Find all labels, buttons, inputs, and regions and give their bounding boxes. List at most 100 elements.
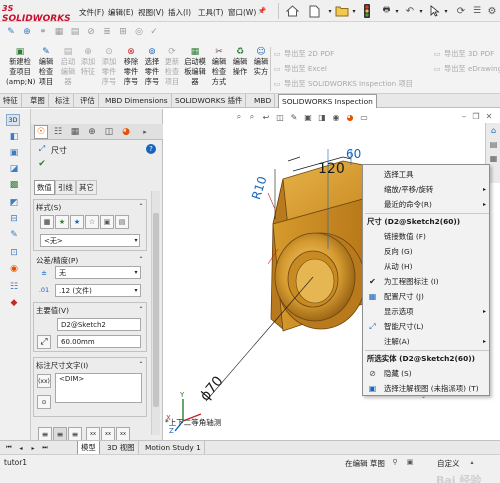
- dropdown-arrow-icon[interactable]: ▾: [417, 5, 425, 17]
- pin-icon[interactable]: 📌: [257, 6, 267, 16]
- text-xx-over-icon[interactable]: xx: [116, 427, 130, 441]
- table-tool-icon[interactable]: ▤: [68, 25, 82, 39]
- expand-panel-icon[interactable]: ▸: [138, 125, 152, 139]
- edit-inspection-method-button[interactable]: ✂ 编辑 检查 方式: [209, 47, 229, 92]
- export-2d-pdf-button[interactable]: ▭ 导出至 2D PDF: [272, 48, 392, 61]
- undo-icon[interactable]: ↶: [403, 4, 417, 18]
- status-rebuild-icon[interactable]: ⚲: [390, 457, 400, 467]
- style-favorite-icon[interactable]: ★: [55, 215, 69, 229]
- dimension-120[interactable]: 120: [318, 161, 345, 177]
- new-document-icon[interactable]: [307, 4, 321, 18]
- filter-tool-icon[interactable]: ⊘: [84, 25, 98, 39]
- edit-operation-button[interactable]: ♻ 编辑 操作: [230, 47, 250, 92]
- sketch-tool-icon[interactable]: ✎: [4, 25, 18, 39]
- menu-driven[interactable]: 从动 (H): [363, 259, 491, 274]
- display-manager-icon[interactable]: ◫: [102, 125, 116, 139]
- tab-sketch[interactable]: 草图: [27, 94, 49, 108]
- dropdown-arrow-icon[interactable]: ▾: [325, 5, 335, 17]
- collapse-icon[interactable]: ⌃: [137, 360, 145, 368]
- status-custom-units[interactable]: 自定义: [437, 458, 460, 469]
- align-center-icon[interactable]: ≡: [53, 427, 67, 441]
- appearance-icon[interactable]: ◉: [8, 263, 20, 275]
- edit-inspection-project-button[interactable]: ✎ 编辑 检查 项目: [35, 47, 57, 92]
- file-properties-icon[interactable]: ☰: [470, 4, 484, 18]
- camera-icon[interactable]: ▩: [8, 179, 20, 191]
- display-icon[interactable]: ⊡: [8, 247, 20, 259]
- menu-link-values[interactable]: 链接数值 (F): [363, 229, 491, 244]
- menu-flip-direction[interactable]: 反向 (G): [363, 244, 491, 259]
- measure-icon[interactable]: ⊟: [8, 213, 20, 225]
- align-left-icon[interactable]: ≡: [38, 427, 52, 441]
- style-save-icon[interactable]: ▣: [100, 215, 114, 229]
- collapse-icon[interactable]: ⌃: [137, 255, 145, 263]
- status-units-arrow-icon[interactable]: ▴: [468, 457, 476, 467]
- edit-vendor-button[interactable]: ☺ 编辑 实方: [251, 47, 271, 92]
- rebuild-icon[interactable]: ⟳: [454, 4, 468, 18]
- dropdown-arrow-icon[interactable]: ▾: [349, 5, 359, 17]
- menu-annotations[interactable]: 注解(A) ▸: [363, 334, 491, 349]
- menu-configure-dimension[interactable]: ▦ 配置尺寸 (J): [363, 289, 491, 304]
- menu-file[interactable]: 文件(F): [79, 7, 104, 18]
- tab-3d-view[interactable]: 3D 视图: [104, 441, 139, 455]
- launch-editor-button[interactable]: ▤ 启动 编辑 器: [58, 47, 78, 92]
- dropdown-arrow-icon[interactable]: ▾: [393, 5, 401, 17]
- scroll-next-icon[interactable]: ▸: [28, 443, 38, 453]
- add-balloon-button[interactable]: ⊙ 添加 零件 序号: [98, 47, 120, 92]
- dimension-60[interactable]: 60: [346, 147, 361, 161]
- print-icon[interactable]: 🖶: [380, 5, 393, 17]
- status-view-icon[interactable]: ▣: [405, 457, 415, 467]
- menu-expand-chevron-icon[interactable]: ⌄: [421, 393, 426, 400]
- collapse-icon[interactable]: ⌃: [137, 305, 145, 313]
- tab-motion-study[interactable]: Motion Study 1: [142, 441, 205, 455]
- scroll-first-icon[interactable]: ⏮: [4, 443, 14, 453]
- text-add-parentheses-icon[interactable]: (xx): [37, 374, 51, 388]
- tab-markup[interactable]: 标注: [52, 94, 74, 108]
- tab-features[interactable]: 特征: [0, 94, 22, 108]
- menu-tools[interactable]: 工具(T): [198, 7, 223, 18]
- menu-recent-commands[interactable]: 最近的命令(R) ▸: [363, 197, 491, 212]
- traffic-light-icon[interactable]: [362, 4, 372, 18]
- tab-solidworks-inspection[interactable]: SOLIDWORKS Inspection: [278, 94, 377, 108]
- menu-view[interactable]: 视图(V): [138, 7, 164, 18]
- style-add-icon[interactable]: ★: [70, 215, 84, 229]
- add-feature-button[interactable]: ⊕ 添加 特征: [79, 47, 97, 92]
- home-icon[interactable]: [285, 4, 299, 18]
- config-manager-icon[interactable]: ▦: [68, 125, 82, 139]
- menu-display-options[interactable]: 显示选项 ▸: [363, 304, 491, 319]
- subtab-value[interactable]: 数值: [34, 180, 55, 195]
- subtab-other[interactable]: 其它: [76, 180, 97, 195]
- help-icon[interactable]: ?: [146, 144, 156, 154]
- marker-tool-icon[interactable]: ⊞: [116, 25, 130, 39]
- subtab-leaders[interactable]: 引线: [55, 180, 76, 195]
- tab-solidworks-addins[interactable]: SOLIDWORKS 插件: [172, 94, 247, 108]
- export-excel-button[interactable]: ▭ 导出至 Excel: [272, 63, 392, 76]
- menu-smart-dimension[interactable]: ⤢ 智能尺寸(L): [363, 319, 491, 334]
- dimension-text-field[interactable]: <DIM>: [55, 373, 142, 403]
- target-tool-icon[interactable]: ◎: [132, 25, 146, 39]
- tab-mbd-dimensions[interactable]: MBD Dimensions: [102, 94, 172, 108]
- export-edrawing-button[interactable]: ▭ 导出至 eDrawing: [432, 63, 500, 76]
- color-wheel-icon[interactable]: ◕: [119, 125, 133, 139]
- balloon-tool-icon[interactable]: ⊕: [20, 25, 34, 39]
- link-tool-icon[interactable]: ⚭: [36, 25, 50, 39]
- launch-template-editor-button[interactable]: ▦ 启动模 板编辑 器: [182, 47, 208, 92]
- pm-scrollbar-thumb[interactable]: [153, 213, 159, 407]
- property-manager-icon[interactable]: ☷: [51, 125, 65, 139]
- 3d-icon[interactable]: 3D: [6, 114, 20, 126]
- dropdown-arrow-icon[interactable]: ▾: [442, 5, 450, 17]
- precision-select[interactable]: .12 (文件): [55, 284, 141, 297]
- tab-model[interactable]: 模型: [77, 441, 100, 455]
- export-3d-pdf-button[interactable]: ▭ 导出至 3D PDF: [432, 48, 500, 61]
- view-icon[interactable]: ▣: [8, 147, 20, 159]
- remove-balloon-button[interactable]: ⊗ 移除 零件 序号: [121, 47, 141, 92]
- style-load-icon[interactable]: ▤: [115, 215, 129, 229]
- text-xx-icon[interactable]: xx: [86, 427, 100, 441]
- tab-mbd[interactable]: MBD: [251, 94, 276, 108]
- align-right-icon[interactable]: ≡: [68, 427, 82, 441]
- text-center-dimension-icon[interactable]: ⊙: [37, 395, 51, 409]
- new-inspection-project-button[interactable]: ▣ 新建检 查项目 (amp;N): [6, 47, 35, 92]
- tab-evaluate[interactable]: 评估: [77, 94, 99, 108]
- list-tool-icon[interactable]: ≣: [100, 25, 114, 39]
- feature-manager-icon[interactable]: ☉: [34, 125, 48, 139]
- style-update-icon[interactable]: ☆: [85, 215, 99, 229]
